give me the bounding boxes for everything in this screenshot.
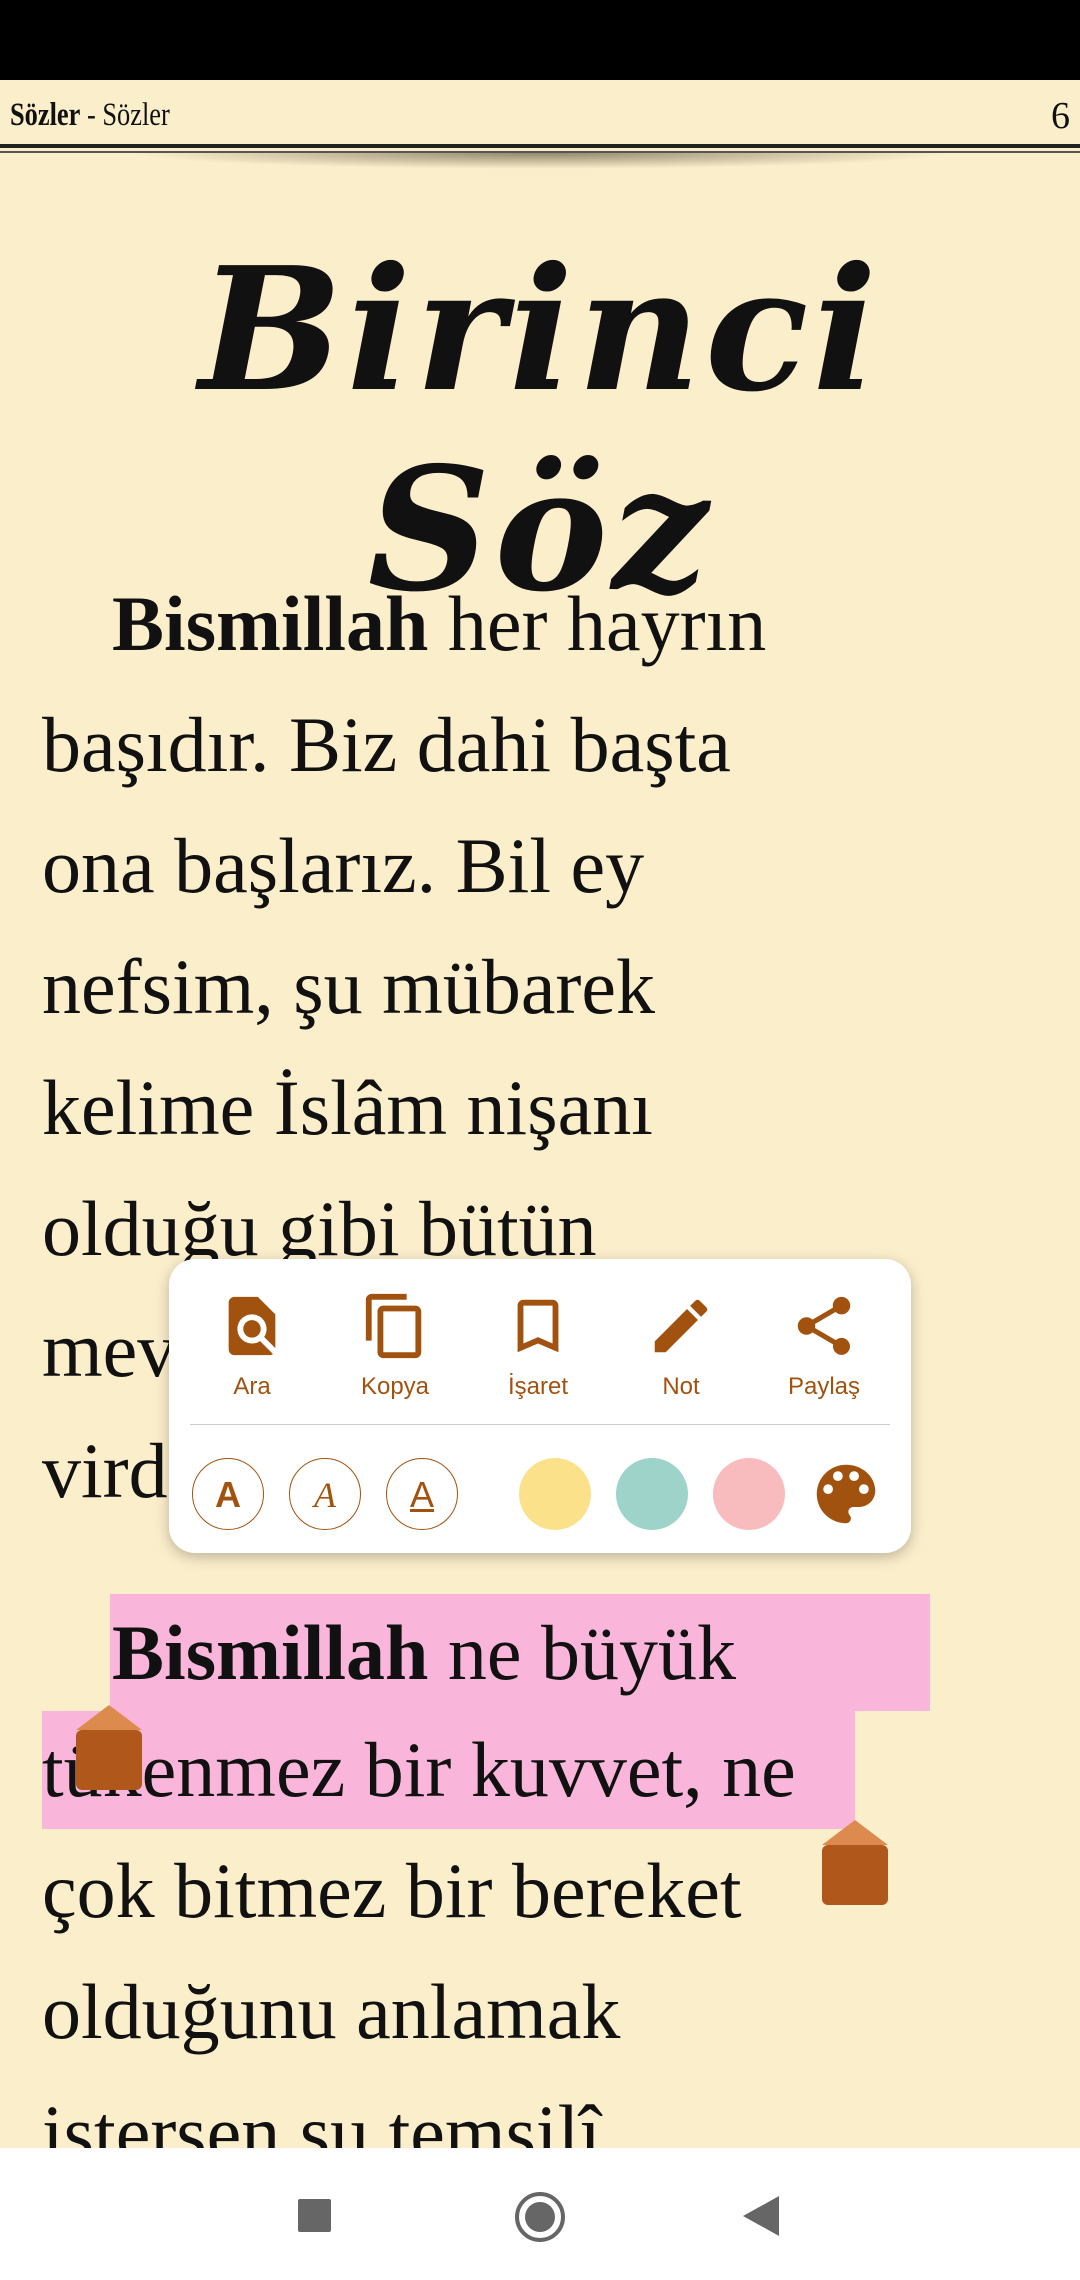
header-title: Sözler - Sözler [10, 97, 170, 134]
book-name: Sözler [10, 97, 81, 133]
share-icon [797, 1296, 851, 1355]
text-line: nefsim, şu mübarek [42, 943, 656, 1030]
note-button[interactable]: Not [621, 1289, 741, 1401]
selection-end-handle[interactable] [822, 1820, 888, 1910]
color-teal-button[interactable] [616, 1458, 688, 1530]
action-label: İşaret [507, 1373, 569, 1400]
page-number: 6 [1051, 95, 1070, 137]
pencil-icon [654, 1299, 708, 1353]
text-line: ona başlarız. Bil ey [42, 822, 645, 909]
copy-button[interactable]: Kopya [335, 1289, 455, 1401]
back-button[interactable] [743, 2196, 779, 2236]
search-button[interactable]: Ara [192, 1289, 312, 1401]
header-shadow [130, 153, 950, 169]
text-line: kelime İslâm nişanı [42, 1064, 653, 1151]
bold-button[interactable]: A [192, 1458, 264, 1530]
color-yellow-button[interactable] [519, 1458, 591, 1530]
status-bar [0, 0, 1080, 80]
divider [190, 1424, 890, 1425]
action-label: Not [662, 1373, 700, 1400]
header-rule [0, 144, 1080, 148]
text-line: Bismillah her hayrın [112, 580, 767, 667]
find-in-page-icon [228, 1296, 276, 1356]
bookmark-button[interactable]: İşaret [478, 1289, 598, 1401]
selection-popup: Ara Kopya İşaret Not Paylaş A A A [169, 1259, 911, 1553]
bookmark-icon [517, 1299, 559, 1353]
home-icon [525, 2202, 555, 2232]
action-label: Ara [233, 1373, 271, 1400]
underline-button[interactable]: A [386, 1458, 458, 1530]
share-button[interactable]: Paylaş [764, 1289, 884, 1401]
home-button[interactable] [515, 2192, 565, 2242]
recents-button[interactable] [298, 2199, 331, 2232]
color-pink-button[interactable] [713, 1458, 785, 1530]
palette-icon[interactable] [807, 1455, 885, 1533]
copy-icon [365, 1293, 422, 1359]
page-header: Sözler - Sözler 6 [0, 80, 1080, 150]
action-label: Kopya [360, 1373, 430, 1400]
section-name: Sözler [102, 97, 170, 133]
text-line: tükenmez bir kuvvet, ne [42, 1726, 796, 1813]
italic-button[interactable]: A [289, 1458, 361, 1530]
text-line: olduğunu anlamak [42, 1968, 621, 2055]
text-line: başıdır. Biz dahi başta [42, 701, 731, 788]
action-label: Paylaş [787, 1373, 861, 1400]
text-line: Bismillah ne büyük [112, 1609, 737, 1696]
text-line: çok bitmez bir bereket [42, 1847, 742, 1934]
navigation-bar [0, 2148, 1080, 2280]
selection-start-handle[interactable] [76, 1705, 142, 1795]
separator: - [80, 97, 103, 133]
